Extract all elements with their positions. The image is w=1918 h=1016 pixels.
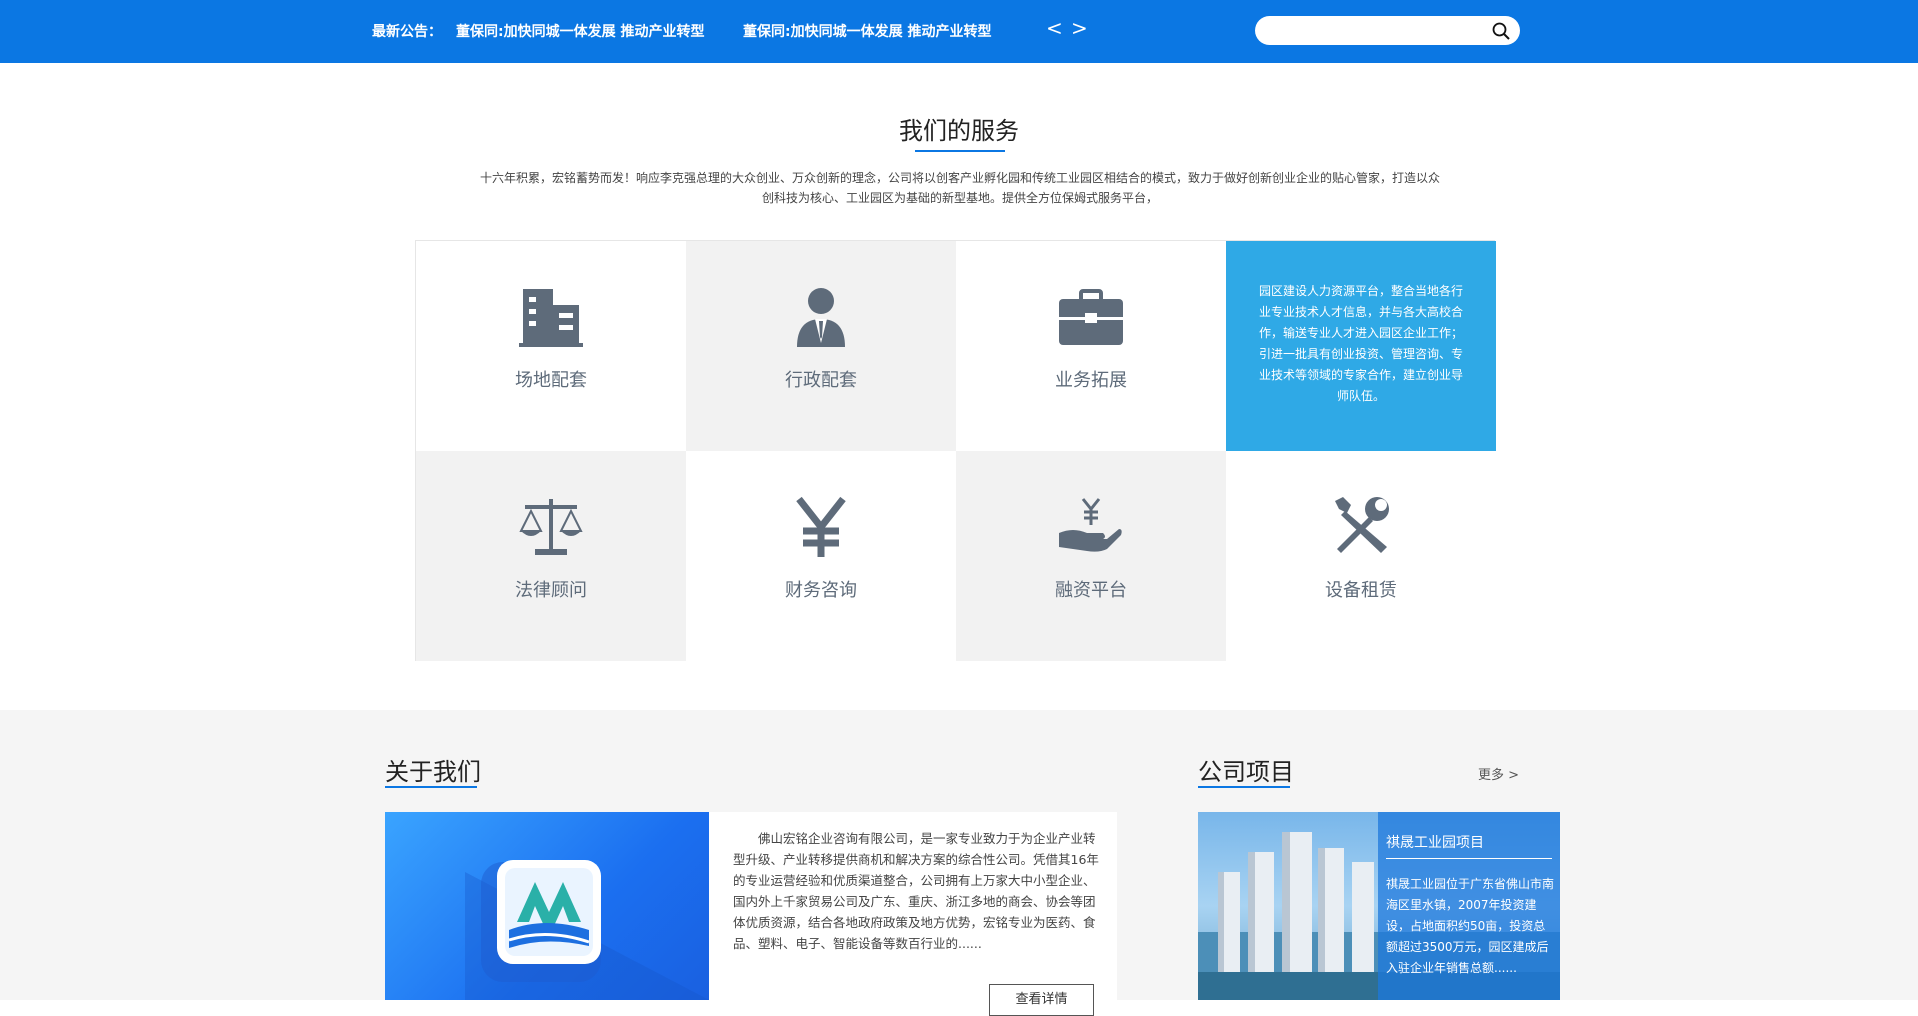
about-text: 佛山宏铭企业咨询有限公司，是一家专业致力于为企业产业转型升级、产业转移提供商机和… [733, 831, 1099, 951]
projects-title-underline [1198, 786, 1290, 788]
service-legal[interactable]: 法律顾问 [416, 451, 686, 661]
service-financing[interactable]: 融资平台 [956, 451, 1226, 661]
search-input[interactable] [1267, 20, 1481, 43]
briefcase-icon [1059, 285, 1123, 349]
project-divider [1386, 858, 1552, 859]
search-box [1255, 16, 1520, 45]
more-projects-link[interactable]: 更多 > [1478, 764, 1519, 783]
person-tie-icon [789, 285, 853, 349]
notice-label: 最新公告： [372, 24, 442, 40]
about-title-underline [385, 786, 477, 788]
service-equipment[interactable]: 设备租赁 [1226, 451, 1496, 661]
service-label: 财务咨询 [785, 580, 857, 601]
scales-icon [519, 495, 583, 559]
project-overlay[interactable]: 祺晟工业园项目 祺晟工业园位于广东省佛山市南海区里水镇，2007年投资建设，占地… [1378, 812, 1560, 1000]
services-title: 我们的服务 [899, 117, 1019, 145]
notice-item[interactable]: 董保同:加快同城一体发展 推动产业转型 [743, 21, 991, 41]
project-title[interactable]: 祺晟工业园项目 [1386, 832, 1484, 852]
service-venue[interactable]: 场地配套 [416, 241, 686, 451]
about-title: 关于我们 [385, 758, 481, 786]
company-logo-icon [465, 860, 709, 1000]
about-logo-image [385, 812, 709, 1000]
yen-icon [789, 495, 853, 559]
service-label: 场地配套 [515, 370, 587, 391]
service-talent-active[interactable]: 园区建设人力资源平台，整合当地各行业专业技术人才信息，并与各大高校合作，输送专业… [1226, 241, 1496, 451]
project-description: 祺晟工业园位于广东省佛山市南海区里水镇，2007年投资建设，占地面积约50亩，投… [1386, 877, 1555, 975]
service-business[interactable]: 业务拓展 [956, 241, 1226, 451]
hand-yen-icon [1059, 495, 1123, 559]
top-notice-bar: 最新公告： 董保同:加快同城一体发展 推动产业转型 董保同:加快同城一体发展 推… [0, 0, 1918, 63]
projects-title: 公司项目 [1198, 758, 1294, 786]
service-finance[interactable]: 财务咨询 [686, 451, 956, 661]
title-underline [915, 150, 1005, 152]
next-notice-arrow-icon[interactable]: > [1071, 16, 1088, 40]
service-label: 设备租赁 [1325, 580, 1397, 601]
notice-item[interactable]: 董保同:加快同城一体发展 推动产业转型 [456, 21, 704, 41]
service-hover-text: 园区建设人力资源平台，整合当地各行业专业技术人才信息，并与各大高校合作，输送专业… [1258, 284, 1463, 403]
building-icon [519, 285, 583, 349]
service-label: 融资平台 [1055, 580, 1127, 601]
service-admin[interactable]: 行政配套 [686, 241, 956, 451]
about-text-box: 佛山宏铭企业咨询有限公司，是一家专业致力于为企业产业转型升级、产业转移提供商机和… [709, 812, 1117, 1000]
service-label: 法律顾问 [515, 580, 587, 601]
view-details-button[interactable]: 查看详情 [989, 984, 1094, 1016]
services-grid: 场地配套 行政配套 业务拓展 园区建设人力资源平台，整合当地各行业专业技术人才信… [415, 240, 1496, 661]
tools-icon [1329, 495, 1393, 559]
services-description: 十六年积累，宏铭蓄势而发！响应李克强总理的大众创业、万众创新的理念，公司将以创客… [480, 171, 1441, 205]
service-label: 行政配套 [785, 370, 857, 391]
prev-notice-arrow-icon[interactable]: < [1046, 16, 1063, 40]
search-icon[interactable] [1490, 20, 1512, 42]
service-label: 业务拓展 [1055, 370, 1127, 391]
